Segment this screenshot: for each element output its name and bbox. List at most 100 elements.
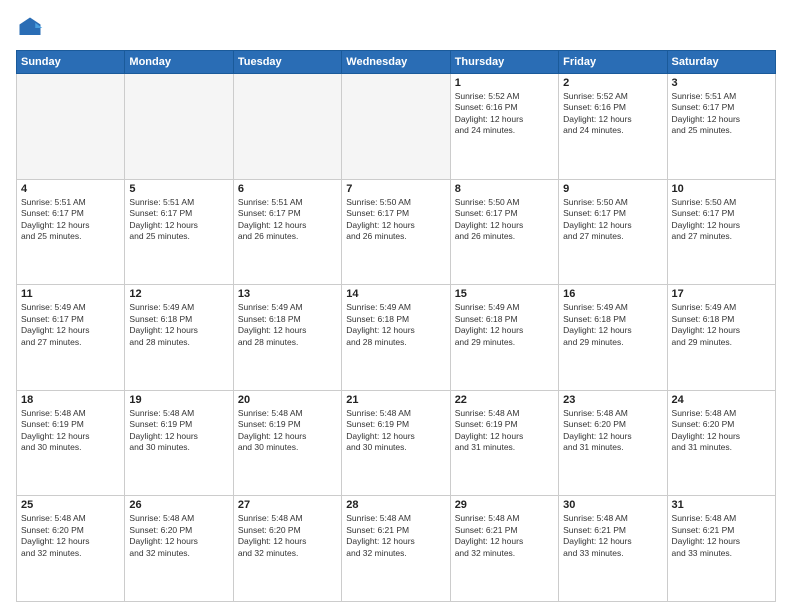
calendar-day-cell: 29 Sunrise: 5:48 AM Sunset: 6:21 PM Dayli…	[450, 496, 558, 602]
day-info: Sunrise: 5:49 AM Sunset: 6:18 PM Dayligh…	[238, 302, 337, 348]
day-number: 10	[672, 183, 771, 195]
calendar-week-row: 11Sunrise: 5:49 AM Sunset: 6:17 PM Dayli…	[17, 285, 776, 391]
day-number: 18	[21, 394, 120, 406]
calendar-day-cell	[17, 74, 125, 180]
calendar-day-cell: 10 Sunrise: 5:50 AM Sunset: 6:17 PM Dayli…	[667, 179, 775, 285]
calendar-day-cell: 13 Sunrise: 5:49 AM Sunset: 6:18 PM Dayli…	[233, 285, 341, 391]
day-info: Sunrise: 5:50 AM Sunset: 6:17 PM Dayligh…	[346, 197, 445, 243]
day-number: 31	[672, 499, 771, 511]
day-info: Sunrise: 5:49 AM Sunset: 6:18 PM Dayligh…	[672, 302, 771, 348]
calendar-body: 1Sunrise: 5:52 AM Sunset: 6:16 PM Daylig…	[17, 74, 776, 602]
day-info: Sunrise: 5:48 AM Sunset: 6:19 PM Dayligh…	[455, 408, 554, 454]
calendar-day-cell: 28 Sunrise: 5:48 AM Sunset: 6:21 PM Dayli…	[342, 496, 450, 602]
calendar-day-header: Wednesday	[342, 51, 450, 74]
day-number: 14	[346, 288, 445, 300]
calendar-day-cell	[233, 74, 341, 180]
calendar-day-cell	[342, 74, 450, 180]
calendar-week-row: 4 Sunrise: 5:51 AM Sunset: 6:17 PM Daylig…	[17, 179, 776, 285]
calendar-week-row: 1Sunrise: 5:52 AM Sunset: 6:16 PM Daylig…	[17, 74, 776, 180]
day-info: Sunrise: 5:49 AM Sunset: 6:18 PM Dayligh…	[455, 302, 554, 348]
calendar-day-cell: 19Sunrise: 5:48 AM Sunset: 6:19 PM Dayli…	[125, 390, 233, 496]
day-info: Sunrise: 5:48 AM Sunset: 6:21 PM Dayligh…	[346, 513, 445, 559]
calendar-day-cell: 14 Sunrise: 5:49 AM Sunset: 6:18 PM Dayli…	[342, 285, 450, 391]
day-number: 2	[563, 77, 662, 89]
calendar-day-header: Saturday	[667, 51, 775, 74]
calendar-header-row: SundayMondayTuesdayWednesdayThursdayFrid…	[17, 51, 776, 74]
calendar-day-cell: 2 Sunrise: 5:52 AM Sunset: 6:16 PM Daylig…	[559, 74, 667, 180]
day-info: Sunrise: 5:48 AM Sunset: 6:20 PM Dayligh…	[21, 513, 120, 559]
calendar-day-cell: 15 Sunrise: 5:49 AM Sunset: 6:18 PM Dayli…	[450, 285, 558, 391]
calendar-day-cell: 25 Sunrise: 5:48 AM Sunset: 6:20 PM Dayli…	[17, 496, 125, 602]
day-number: 26	[129, 499, 228, 511]
day-info: Sunrise: 5:50 AM Sunset: 6:17 PM Dayligh…	[672, 197, 771, 243]
day-number: 29	[455, 499, 554, 511]
day-number: 27	[238, 499, 337, 511]
logo-icon	[16, 14, 44, 42]
header	[16, 14, 776, 42]
day-number: 13	[238, 288, 337, 300]
day-info: Sunrise: 5:48 AM Sunset: 6:20 PM Dayligh…	[672, 408, 771, 454]
day-info: Sunrise: 5:51 AM Sunset: 6:17 PM Dayligh…	[672, 91, 771, 137]
calendar-day-cell: 27 Sunrise: 5:48 AM Sunset: 6:20 PM Dayli…	[233, 496, 341, 602]
day-info: Sunrise: 5:52 AM Sunset: 6:16 PM Dayligh…	[563, 91, 662, 137]
calendar-day-cell: 22 Sunrise: 5:48 AM Sunset: 6:19 PM Dayli…	[450, 390, 558, 496]
day-number: 22	[455, 394, 554, 406]
day-info: Sunrise: 5:48 AM Sunset: 6:19 PM Dayligh…	[21, 408, 120, 454]
day-number: 12	[129, 288, 228, 300]
calendar-day-header: Friday	[559, 51, 667, 74]
calendar-day-cell: 21 Sunrise: 5:48 AM Sunset: 6:19 PM Dayli…	[342, 390, 450, 496]
calendar-day-cell: 24 Sunrise: 5:48 AM Sunset: 6:20 PM Dayli…	[667, 390, 775, 496]
day-number: 11	[21, 288, 120, 300]
day-number: 30	[563, 499, 662, 511]
day-number: 7	[346, 183, 445, 195]
page: SundayMondayTuesdayWednesdayThursdayFrid…	[0, 0, 792, 612]
day-number: 8	[455, 183, 554, 195]
calendar-day-cell: 12 Sunrise: 5:49 AM Sunset: 6:18 PM Dayli…	[125, 285, 233, 391]
day-number: 23	[563, 394, 662, 406]
calendar-day-cell: 20Sunrise: 5:48 AM Sunset: 6:19 PM Dayli…	[233, 390, 341, 496]
day-info: Sunrise: 5:48 AM Sunset: 6:19 PM Dayligh…	[346, 408, 445, 454]
day-info: Sunrise: 5:48 AM Sunset: 6:21 PM Dayligh…	[672, 513, 771, 559]
day-info: Sunrise: 5:48 AM Sunset: 6:21 PM Dayligh…	[455, 513, 554, 559]
day-number: 20	[238, 394, 337, 406]
day-number: 4	[21, 183, 120, 195]
calendar-day-cell: 16 Sunrise: 5:49 AM Sunset: 6:18 PM Dayli…	[559, 285, 667, 391]
calendar-day-header: Thursday	[450, 51, 558, 74]
day-info: Sunrise: 5:49 AM Sunset: 6:18 PM Dayligh…	[129, 302, 228, 348]
day-info: Sunrise: 5:48 AM Sunset: 6:21 PM Dayligh…	[563, 513, 662, 559]
day-number: 15	[455, 288, 554, 300]
day-number: 28	[346, 499, 445, 511]
day-info: Sunrise: 5:49 AM Sunset: 6:18 PM Dayligh…	[563, 302, 662, 348]
calendar-day-cell: 4 Sunrise: 5:51 AM Sunset: 6:17 PM Daylig…	[17, 179, 125, 285]
calendar-day-header: Tuesday	[233, 51, 341, 74]
day-number: 25	[21, 499, 120, 511]
logo	[16, 14, 48, 42]
calendar-day-header: Sunday	[17, 51, 125, 74]
day-info: Sunrise: 5:48 AM Sunset: 6:20 PM Dayligh…	[238, 513, 337, 559]
day-info: Sunrise: 5:48 AM Sunset: 6:20 PM Dayligh…	[129, 513, 228, 559]
calendar-day-cell: 23Sunrise: 5:48 AM Sunset: 6:20 PM Dayli…	[559, 390, 667, 496]
day-info: Sunrise: 5:50 AM Sunset: 6:17 PM Dayligh…	[455, 197, 554, 243]
day-number: 16	[563, 288, 662, 300]
calendar-table: SundayMondayTuesdayWednesdayThursdayFrid…	[16, 50, 776, 602]
day-info: Sunrise: 5:52 AM Sunset: 6:16 PM Dayligh…	[455, 91, 554, 137]
calendar-day-cell: 30 Sunrise: 5:48 AM Sunset: 6:21 PM Dayli…	[559, 496, 667, 602]
calendar-day-cell: 26 Sunrise: 5:48 AM Sunset: 6:20 PM Dayli…	[125, 496, 233, 602]
day-number: 9	[563, 183, 662, 195]
day-info: Sunrise: 5:51 AM Sunset: 6:17 PM Dayligh…	[21, 197, 120, 243]
day-number: 21	[346, 394, 445, 406]
day-info: Sunrise: 5:50 AM Sunset: 6:17 PM Dayligh…	[563, 197, 662, 243]
day-number: 19	[129, 394, 228, 406]
day-info: Sunrise: 5:49 AM Sunset: 6:18 PM Dayligh…	[346, 302, 445, 348]
day-number: 24	[672, 394, 771, 406]
calendar-day-header: Monday	[125, 51, 233, 74]
calendar-day-cell: 6 Sunrise: 5:51 AM Sunset: 6:17 PM Daylig…	[233, 179, 341, 285]
day-number: 17	[672, 288, 771, 300]
calendar-week-row: 25 Sunrise: 5:48 AM Sunset: 6:20 PM Dayli…	[17, 496, 776, 602]
day-number: 6	[238, 183, 337, 195]
calendar-day-cell: 5Sunrise: 5:51 AM Sunset: 6:17 PM Daylig…	[125, 179, 233, 285]
calendar-day-cell: 3Sunrise: 5:51 AM Sunset: 6:17 PM Daylig…	[667, 74, 775, 180]
day-info: Sunrise: 5:51 AM Sunset: 6:17 PM Dayligh…	[238, 197, 337, 243]
calendar-day-cell: 18 Sunrise: 5:48 AM Sunset: 6:19 PM Dayli…	[17, 390, 125, 496]
calendar-day-cell: 11Sunrise: 5:49 AM Sunset: 6:17 PM Dayli…	[17, 285, 125, 391]
